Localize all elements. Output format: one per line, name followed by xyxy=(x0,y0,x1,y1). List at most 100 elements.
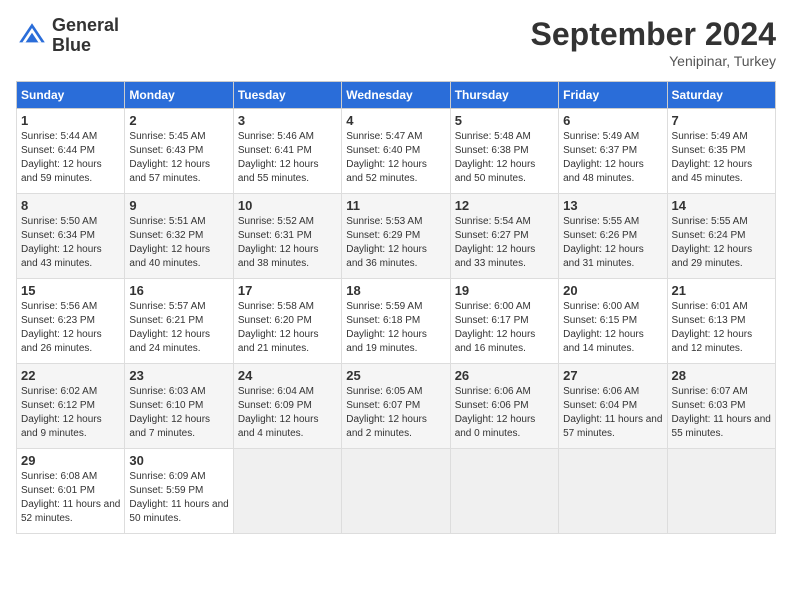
day-info: Sunrise: 6:07 AM Sunset: 6:03 PM Dayligh… xyxy=(672,385,771,441)
day-number: 22 xyxy=(21,368,120,383)
day-number: 14 xyxy=(672,198,771,213)
calendar-week-2: 8 Sunrise: 5:50 AM Sunset: 6:34 PM Dayli… xyxy=(17,194,776,279)
day-number: 25 xyxy=(346,368,445,383)
day-number: 11 xyxy=(346,198,445,213)
day-info: Sunrise: 6:08 AM Sunset: 6:01 PM Dayligh… xyxy=(21,470,120,526)
day-info: Sunrise: 6:09 AM Sunset: 5:59 PM Dayligh… xyxy=(129,470,228,526)
day-number: 15 xyxy=(21,283,120,298)
calendar-cell: 12 Sunrise: 5:54 AM Sunset: 6:27 PM Dayl… xyxy=(450,194,558,279)
day-number: 21 xyxy=(672,283,771,298)
calendar-cell: 26 Sunrise: 6:06 AM Sunset: 6:06 PM Dayl… xyxy=(450,364,558,449)
calendar-cell: 25 Sunrise: 6:05 AM Sunset: 6:07 PM Dayl… xyxy=(342,364,450,449)
calendar-cell: 3 Sunrise: 5:46 AM Sunset: 6:41 PM Dayli… xyxy=(233,109,341,194)
calendar-cell: 13 Sunrise: 5:55 AM Sunset: 6:26 PM Dayl… xyxy=(559,194,667,279)
day-number: 17 xyxy=(238,283,337,298)
logo-line1: General xyxy=(52,16,119,36)
day-info: Sunrise: 6:02 AM Sunset: 6:12 PM Dayligh… xyxy=(21,385,120,441)
calendar-week-4: 22 Sunrise: 6:02 AM Sunset: 6:12 PM Dayl… xyxy=(17,364,776,449)
calendar-cell: 28 Sunrise: 6:07 AM Sunset: 6:03 PM Dayl… xyxy=(667,364,775,449)
day-number: 29 xyxy=(21,453,120,468)
calendar-cell: 11 Sunrise: 5:53 AM Sunset: 6:29 PM Dayl… xyxy=(342,194,450,279)
day-info: Sunrise: 5:55 AM Sunset: 6:24 PM Dayligh… xyxy=(672,215,771,271)
day-info: Sunrise: 6:04 AM Sunset: 6:09 PM Dayligh… xyxy=(238,385,337,441)
day-number: 3 xyxy=(238,113,337,128)
calendar-cell: 24 Sunrise: 6:04 AM Sunset: 6:09 PM Dayl… xyxy=(233,364,341,449)
calendar-cell: 22 Sunrise: 6:02 AM Sunset: 6:12 PM Dayl… xyxy=(17,364,125,449)
calendar-cell: 19 Sunrise: 6:00 AM Sunset: 6:17 PM Dayl… xyxy=(450,279,558,364)
day-number: 26 xyxy=(455,368,554,383)
day-info: Sunrise: 5:59 AM Sunset: 6:18 PM Dayligh… xyxy=(346,300,445,356)
day-info: Sunrise: 5:49 AM Sunset: 6:37 PM Dayligh… xyxy=(563,130,662,186)
day-info: Sunrise: 6:03 AM Sunset: 6:10 PM Dayligh… xyxy=(129,385,228,441)
calendar-week-3: 15 Sunrise: 5:56 AM Sunset: 6:23 PM Dayl… xyxy=(17,279,776,364)
calendar-cell: 8 Sunrise: 5:50 AM Sunset: 6:34 PM Dayli… xyxy=(17,194,125,279)
day-number: 2 xyxy=(129,113,228,128)
calendar-cell: 21 Sunrise: 6:01 AM Sunset: 6:13 PM Dayl… xyxy=(667,279,775,364)
day-info: Sunrise: 5:48 AM Sunset: 6:38 PM Dayligh… xyxy=(455,130,554,186)
day-info: Sunrise: 6:06 AM Sunset: 6:06 PM Dayligh… xyxy=(455,385,554,441)
day-info: Sunrise: 5:51 AM Sunset: 6:32 PM Dayligh… xyxy=(129,215,228,271)
calendar-cell xyxy=(667,449,775,534)
calendar-cell: 29 Sunrise: 6:08 AM Sunset: 6:01 PM Dayl… xyxy=(17,449,125,534)
day-info: Sunrise: 6:00 AM Sunset: 6:17 PM Dayligh… xyxy=(455,300,554,356)
day-number: 27 xyxy=(563,368,662,383)
day-info: Sunrise: 5:58 AM Sunset: 6:20 PM Dayligh… xyxy=(238,300,337,356)
day-info: Sunrise: 5:44 AM Sunset: 6:44 PM Dayligh… xyxy=(21,130,120,186)
title-block: September 2024 Yenipinar, Turkey xyxy=(531,16,776,69)
day-header-wednesday: Wednesday xyxy=(342,82,450,109)
calendar-cell: 9 Sunrise: 5:51 AM Sunset: 6:32 PM Dayli… xyxy=(125,194,233,279)
month-title: September 2024 xyxy=(531,16,776,53)
day-number: 5 xyxy=(455,113,554,128)
day-header-thursday: Thursday xyxy=(450,82,558,109)
calendar-cell: 27 Sunrise: 6:06 AM Sunset: 6:04 PM Dayl… xyxy=(559,364,667,449)
calendar-cell: 30 Sunrise: 6:09 AM Sunset: 5:59 PM Dayl… xyxy=(125,449,233,534)
logo-icon xyxy=(16,20,48,52)
day-info: Sunrise: 5:53 AM Sunset: 6:29 PM Dayligh… xyxy=(346,215,445,271)
day-header-monday: Monday xyxy=(125,82,233,109)
calendar-cell: 23 Sunrise: 6:03 AM Sunset: 6:10 PM Dayl… xyxy=(125,364,233,449)
calendar-cell: 10 Sunrise: 5:52 AM Sunset: 6:31 PM Dayl… xyxy=(233,194,341,279)
calendar-cell: 16 Sunrise: 5:57 AM Sunset: 6:21 PM Dayl… xyxy=(125,279,233,364)
day-number: 30 xyxy=(129,453,228,468)
logo: General Blue xyxy=(16,16,119,56)
day-info: Sunrise: 5:50 AM Sunset: 6:34 PM Dayligh… xyxy=(21,215,120,271)
day-number: 6 xyxy=(563,113,662,128)
day-info: Sunrise: 5:57 AM Sunset: 6:21 PM Dayligh… xyxy=(129,300,228,356)
day-info: Sunrise: 5:54 AM Sunset: 6:27 PM Dayligh… xyxy=(455,215,554,271)
calendar-cell: 6 Sunrise: 5:49 AM Sunset: 6:37 PM Dayli… xyxy=(559,109,667,194)
calendar-cell: 17 Sunrise: 5:58 AM Sunset: 6:20 PM Dayl… xyxy=(233,279,341,364)
calendar-cell xyxy=(233,449,341,534)
day-number: 23 xyxy=(129,368,228,383)
day-info: Sunrise: 6:06 AM Sunset: 6:04 PM Dayligh… xyxy=(563,385,662,441)
day-info: Sunrise: 6:05 AM Sunset: 6:07 PM Dayligh… xyxy=(346,385,445,441)
day-number: 20 xyxy=(563,283,662,298)
day-number: 18 xyxy=(346,283,445,298)
day-info: Sunrise: 5:45 AM Sunset: 6:43 PM Dayligh… xyxy=(129,130,228,186)
day-info: Sunrise: 5:46 AM Sunset: 6:41 PM Dayligh… xyxy=(238,130,337,186)
calendar-cell: 5 Sunrise: 5:48 AM Sunset: 6:38 PM Dayli… xyxy=(450,109,558,194)
calendar-week-5: 29 Sunrise: 6:08 AM Sunset: 6:01 PM Dayl… xyxy=(17,449,776,534)
day-number: 28 xyxy=(672,368,771,383)
calendar-cell: 18 Sunrise: 5:59 AM Sunset: 6:18 PM Dayl… xyxy=(342,279,450,364)
day-info: Sunrise: 5:56 AM Sunset: 6:23 PM Dayligh… xyxy=(21,300,120,356)
page-header: General Blue September 2024 Yenipinar, T… xyxy=(16,16,776,69)
header-row: SundayMondayTuesdayWednesdayThursdayFrid… xyxy=(17,82,776,109)
day-number: 4 xyxy=(346,113,445,128)
day-number: 24 xyxy=(238,368,337,383)
location-subtitle: Yenipinar, Turkey xyxy=(531,53,776,69)
logo-line2: Blue xyxy=(52,36,119,56)
calendar-cell: 2 Sunrise: 5:45 AM Sunset: 6:43 PM Dayli… xyxy=(125,109,233,194)
calendar-cell: 14 Sunrise: 5:55 AM Sunset: 6:24 PM Dayl… xyxy=(667,194,775,279)
day-number: 12 xyxy=(455,198,554,213)
calendar-cell xyxy=(559,449,667,534)
calendar-week-1: 1 Sunrise: 5:44 AM Sunset: 6:44 PM Dayli… xyxy=(17,109,776,194)
day-number: 10 xyxy=(238,198,337,213)
calendar-cell xyxy=(342,449,450,534)
day-number: 9 xyxy=(129,198,228,213)
day-header-friday: Friday xyxy=(559,82,667,109)
calendar-cell xyxy=(450,449,558,534)
day-info: Sunrise: 6:00 AM Sunset: 6:15 PM Dayligh… xyxy=(563,300,662,356)
day-number: 19 xyxy=(455,283,554,298)
calendar-table: SundayMondayTuesdayWednesdayThursdayFrid… xyxy=(16,81,776,534)
day-header-saturday: Saturday xyxy=(667,82,775,109)
